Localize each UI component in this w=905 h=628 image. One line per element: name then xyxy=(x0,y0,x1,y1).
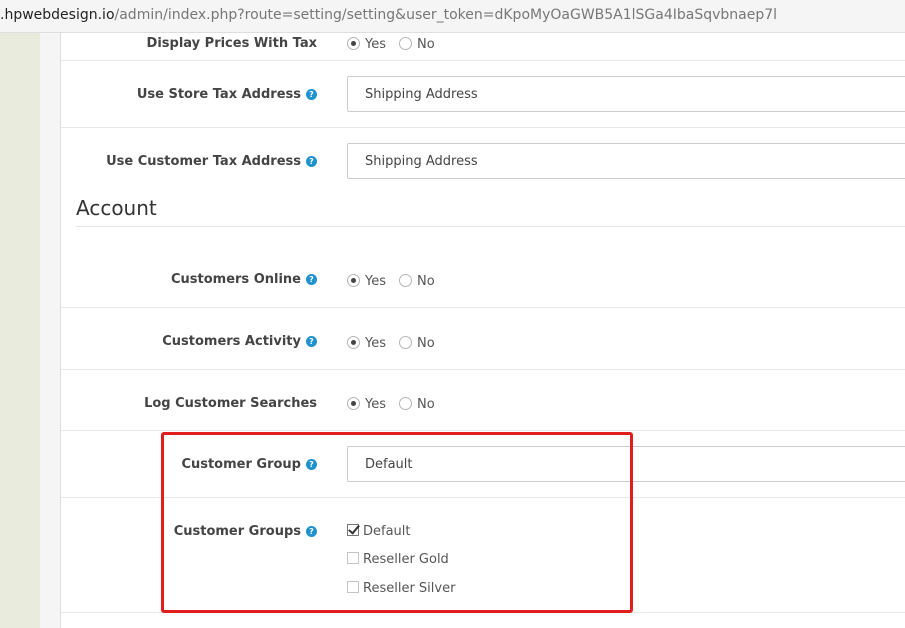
checkbox[interactable] xyxy=(347,552,359,564)
customer-tax-address-text: Use Customer Tax Address xyxy=(106,154,301,169)
store-tax-address-text: Use Store Tax Address xyxy=(136,87,301,102)
yes-label: Yes xyxy=(365,336,386,351)
customer-group-option-default[interactable]: Default xyxy=(347,524,411,539)
help-icon[interactable]: ? xyxy=(306,274,317,285)
yes-label: Yes xyxy=(365,397,386,412)
customers-activity-no-radio[interactable] xyxy=(399,336,412,349)
store-tax-address-row: Use Store Tax Address? Shipping Address xyxy=(61,61,905,128)
store-tax-address-label: Use Store Tax Address? xyxy=(137,87,317,102)
log-customer-searches-row: Log Customer Searches Yes No xyxy=(61,370,905,431)
customers-online-radios: Yes No xyxy=(347,274,448,289)
customers-activity-radios: Yes No xyxy=(347,336,448,351)
customers-activity-text: Customers Activity xyxy=(162,334,301,349)
help-icon[interactable]: ? xyxy=(306,459,317,470)
customer-groups-text: Customer Groups xyxy=(173,524,301,539)
log-customer-searches-radios: Yes No xyxy=(347,397,448,412)
option-label: Reseller Gold xyxy=(363,552,449,567)
checkbox-checked[interactable] xyxy=(347,524,359,536)
customers-online-no-radio[interactable] xyxy=(399,274,412,287)
display-prices-tax-no-radio[interactable] xyxy=(399,37,412,50)
customer-group-select[interactable]: Default xyxy=(347,446,905,482)
help-icon[interactable]: ? xyxy=(306,526,317,537)
display-prices-tax-row: Display Prices With Tax Yes No xyxy=(61,33,905,61)
customer-tax-address-select[interactable]: Shipping Address xyxy=(347,143,905,179)
customer-group-row: Customer Group? Default xyxy=(61,431,905,498)
display-prices-tax-label: Display Prices With Tax xyxy=(146,36,317,51)
sidebar-gutter xyxy=(40,33,60,628)
help-icon[interactable]: ? xyxy=(306,156,317,167)
display-prices-tax-radios: Yes No xyxy=(347,37,448,52)
log-searches-yes-radio[interactable] xyxy=(347,397,360,410)
option-label: Default xyxy=(363,524,411,539)
checkbox[interactable] xyxy=(347,581,359,593)
log-customer-searches-label: Log Customer Searches xyxy=(144,396,317,411)
customer-group-option-reseller-silver[interactable]: Reseller Silver xyxy=(347,581,455,596)
no-label: No xyxy=(417,274,435,289)
url-path: /admin/index.php?route=setting/setting&u… xyxy=(114,7,778,23)
customers-activity-row: Customers Activity? Yes No xyxy=(61,308,905,370)
store-tax-address-select[interactable]: Shipping Address xyxy=(347,76,905,112)
customer-tax-address-row: Use Customer Tax Address? Shipping Addre… xyxy=(61,128,905,194)
customer-group-label: Customer Group? xyxy=(181,457,317,472)
display-prices-tax-yes-radio[interactable] xyxy=(347,37,360,50)
help-icon[interactable]: ? xyxy=(306,336,317,347)
no-label: No xyxy=(417,397,435,412)
url-host: .hpwebdesign.io xyxy=(0,7,115,23)
yes-label: Yes xyxy=(365,274,386,289)
customers-online-label: Customers Online? xyxy=(171,272,317,287)
option-label: Reseller Silver xyxy=(363,581,456,596)
yes-label: Yes xyxy=(365,37,386,52)
customer-group-text: Customer Group xyxy=(181,457,301,472)
address-bar[interactable]: .hpwebdesign.io/admin/index.php?route=se… xyxy=(0,0,905,33)
settings-panel: Display Prices With Tax Yes No Use Store … xyxy=(61,33,905,628)
account-section-title: Account xyxy=(76,196,157,220)
no-label: No xyxy=(417,37,435,52)
customer-groups-label: Customer Groups? xyxy=(174,524,317,539)
customers-online-row: Customers Online? Yes No xyxy=(61,227,905,308)
customer-tax-address-label: Use Customer Tax Address? xyxy=(106,154,317,169)
customers-online-text: Customers Online xyxy=(170,272,301,287)
url-text[interactable]: .hpwebdesign.io/admin/index.php?route=se… xyxy=(0,7,777,23)
admin-sidebar xyxy=(0,33,40,628)
help-icon[interactable]: ? xyxy=(306,89,317,100)
customers-activity-yes-radio[interactable] xyxy=(347,336,360,349)
no-label: No xyxy=(417,336,435,351)
customers-online-yes-radio[interactable] xyxy=(347,274,360,287)
customer-groups-row: Customer Groups? Default Reseller Gold R… xyxy=(61,498,905,613)
log-searches-no-radio[interactable] xyxy=(399,397,412,410)
customers-activity-label: Customers Activity? xyxy=(162,334,317,349)
customer-group-option-reseller-gold[interactable]: Reseller Gold xyxy=(347,552,449,567)
